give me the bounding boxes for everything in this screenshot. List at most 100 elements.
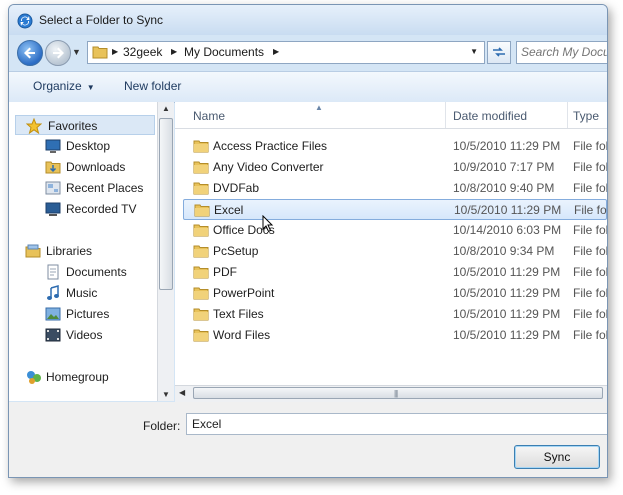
folder-date: 10/9/2010 7:17 PM: [453, 160, 555, 174]
nav-pictures[interactable]: Pictures: [9, 304, 157, 324]
forward-button[interactable]: [45, 40, 71, 66]
folder-type: File folder: [573, 307, 608, 321]
desktop-icon: [45, 139, 61, 153]
recent-pages-dropdown-icon[interactable]: ▼: [72, 47, 81, 57]
command-toolbar: Organize ▼ New folder: [9, 71, 607, 103]
folder-row[interactable]: PDF 10/5/2010 11:29 PM File folder: [183, 262, 607, 283]
folder-row-selected[interactable]: Excel 10/5/2010 11:29 PM File folder: [183, 199, 607, 220]
folder-icon: [92, 46, 108, 59]
folder-type: File folder: [573, 181, 608, 195]
search-input[interactable]: [517, 42, 607, 62]
column-divider[interactable]: [567, 102, 568, 128]
nav-videos-label: Videos: [66, 328, 103, 342]
folder-date: 10/5/2010 11:29 PM: [453, 265, 561, 279]
nav-favorites-label: Favorites: [48, 119, 98, 133]
folder-date: 10/5/2010 11:29 PM: [453, 328, 561, 342]
nav-recent-places-label: Recent Places: [66, 181, 144, 195]
nav-homegroup[interactable]: Homegroup: [9, 367, 157, 387]
column-header-row: ▲ Name Date modified Type: [175, 102, 607, 129]
nav-downloads[interactable]: Downloads: [9, 157, 157, 177]
breadcrumb-separator-icon[interactable]: ▶: [112, 47, 118, 56]
column-type[interactable]: Type: [573, 109, 599, 123]
nav-recorded-tv[interactable]: Recorded TV: [9, 199, 157, 219]
scroll-down-icon[interactable]: ▼: [162, 390, 170, 399]
nav-videos[interactable]: Videos: [9, 325, 157, 345]
nav-pane-scrollbar[interactable]: ▲ ▼: [157, 102, 174, 401]
search-box[interactable]: [516, 41, 607, 64]
folder-type: File folder: [573, 160, 608, 174]
star-icon: [26, 118, 42, 134]
folder-name-input[interactable]: [186, 413, 607, 435]
scroll-left-icon[interactable]: ◀: [179, 388, 185, 397]
folder-date: 10/5/2010 11:29 PM: [453, 139, 561, 153]
tv-icon: [45, 202, 61, 216]
scrollbar-thumb[interactable]: [159, 118, 173, 290]
music-icon: [47, 285, 59, 300]
forward-arrow-icon: [53, 47, 64, 59]
folder-icon: [193, 245, 209, 258]
breadcrumb-32geek[interactable]: 32geek: [123, 45, 162, 59]
sync-app-icon: [17, 13, 33, 29]
navigation-pane: Favorites Desktop Downloads Recent Place…: [9, 102, 157, 401]
folder-row[interactable]: DVDFab 10/8/2010 9:40 PM File folder: [183, 178, 607, 199]
refresh-button[interactable]: [487, 41, 511, 64]
nav-recent-places[interactable]: Recent Places: [9, 178, 157, 198]
folder-row[interactable]: Access Practice Files 10/5/2010 11:29 PM…: [183, 136, 607, 157]
chevron-down-icon: ▼: [86, 83, 95, 92]
sync-button[interactable]: Sync: [514, 445, 600, 469]
address-bar[interactable]: ▶ 32geek ▶ My Documents ▶ ▼: [87, 41, 485, 64]
column-date-modified[interactable]: Date modified: [453, 109, 527, 123]
folder-row[interactable]: Text Files 10/5/2010 11:29 PM File folde…: [183, 304, 607, 325]
folder-row[interactable]: PowerPoint 10/5/2010 11:29 PM File folde…: [183, 283, 607, 304]
videos-icon: [45, 328, 61, 342]
folder-type: File folder: [574, 203, 607, 217]
breadcrumb-separator-icon[interactable]: ▶: [171, 47, 177, 56]
mouse-cursor-icon: [262, 215, 274, 233]
folder-row[interactable]: PcSetup 10/8/2010 9:34 PM File folder: [183, 241, 607, 262]
nav-desktop[interactable]: Desktop: [9, 136, 157, 156]
folder-name: Access Practice Files: [213, 139, 328, 153]
column-divider[interactable]: [445, 102, 446, 128]
folder-icon: [193, 329, 209, 342]
window-title: Select a Folder to Sync: [39, 13, 164, 27]
back-button[interactable]: [17, 40, 43, 66]
organize-label: Organize: [33, 79, 82, 93]
scrollbar-thumb[interactable]: |||: [193, 387, 603, 399]
folder-row[interactable]: Office Docs 10/14/2010 6:03 PM File fold…: [183, 220, 607, 241]
refresh-icon: [493, 47, 505, 57]
address-row: ▼ ▶ 32geek ▶ My Documents ▶ ▼: [9, 37, 607, 67]
folder-icon: [193, 161, 209, 174]
breadcrumb-separator-icon[interactable]: ▶: [273, 47, 279, 56]
file-list-horizontal-scrollbar[interactable]: ◀ |||: [175, 385, 607, 402]
folder-icon: [193, 308, 209, 321]
nav-libraries[interactable]: Libraries: [9, 241, 157, 261]
nav-documents[interactable]: Documents: [9, 262, 157, 282]
folder-name: Text Files: [213, 307, 264, 321]
nav-music[interactable]: Music: [9, 283, 157, 303]
folder-type: File folder: [573, 244, 608, 258]
nav-homegroup-label: Homegroup: [46, 370, 109, 384]
folder-row[interactable]: Any Video Converter 10/9/2010 7:17 PM Fi…: [183, 157, 607, 178]
folder-type: File folder: [573, 286, 608, 300]
folder-name: Any Video Converter: [213, 160, 324, 174]
sort-ascending-icon: ▲: [315, 103, 323, 112]
folder-icon: [194, 204, 210, 217]
folder-name: DVDFab: [213, 181, 260, 195]
nav-favorites[interactable]: Favorites: [15, 115, 155, 135]
column-name[interactable]: Name: [193, 109, 225, 123]
folder-date: 10/5/2010 11:29 PM: [454, 203, 562, 217]
folder-row[interactable]: Word Files 10/5/2010 11:29 PM File folde…: [183, 325, 607, 346]
folder-icon: [193, 182, 209, 195]
title-bar: Select a Folder to Sync: [9, 5, 607, 35]
downloads-folder-icon: [45, 161, 61, 174]
breadcrumb-my-documents[interactable]: My Documents: [184, 45, 264, 59]
organize-button[interactable]: Organize ▼: [33, 79, 95, 93]
documents-icon: [47, 264, 59, 280]
address-dropdown-icon[interactable]: ▼: [470, 47, 478, 56]
nav-pictures-label: Pictures: [66, 307, 110, 321]
folder-date: 10/5/2010 11:29 PM: [453, 286, 561, 300]
new-folder-button[interactable]: New folder: [124, 79, 181, 93]
sync-folder-dialog: Select a Folder to Sync ▼ ▶ 32geek ▶ My …: [8, 4, 608, 478]
folder-date: 10/8/2010 9:40 PM: [453, 181, 555, 195]
scroll-up-icon[interactable]: ▲: [162, 104, 170, 113]
